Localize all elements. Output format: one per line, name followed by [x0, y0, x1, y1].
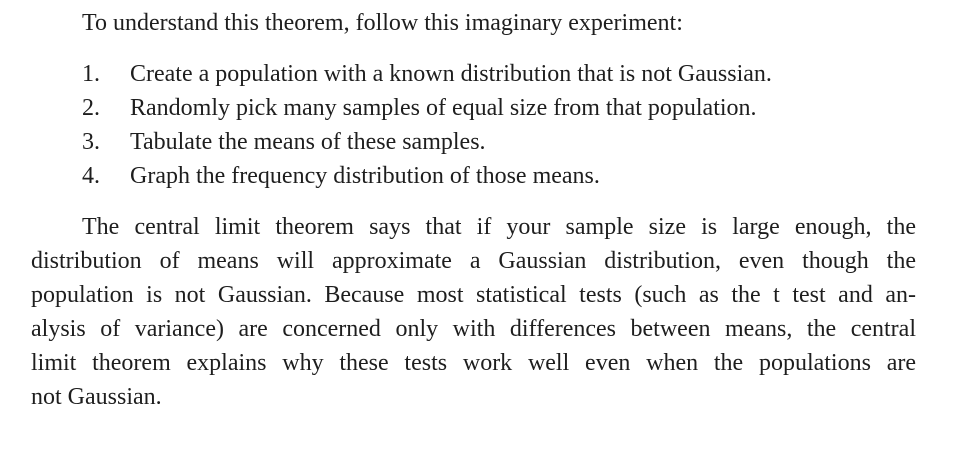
paragraph-line: distribution of means will approximate a…	[31, 248, 916, 274]
paragraph-line: population is not Gaussian. Because most…	[31, 282, 916, 308]
central-limit-theorem-paragraph: The central limit theorem says that if y…	[31, 210, 916, 414]
document-page: To understand this theorem, follow this …	[0, 0, 961, 453]
step-number: 2.	[82, 95, 100, 121]
step-text: Graph the frequency distribution of thos…	[130, 163, 600, 189]
list-item: 2. Randomly pick many samples of equal s…	[82, 91, 772, 125]
step-text: Randomly pick many samples of equal size…	[130, 95, 757, 121]
step-number: 1.	[82, 61, 100, 87]
step-number: 4.	[82, 163, 100, 189]
list-item: 4. Graph the frequency distribution of t…	[82, 159, 772, 193]
paragraph-line: The central limit theorem says that if y…	[82, 214, 916, 240]
step-text: Create a population with a known distrib…	[130, 61, 772, 87]
experiment-steps-list: 1. Create a population with a known dist…	[82, 57, 772, 193]
list-item: 1. Create a population with a known dist…	[82, 57, 772, 91]
intro-sentence: To understand this theorem, follow this …	[82, 10, 683, 36]
step-number: 3.	[82, 129, 100, 155]
paragraph-line: alysis of variance) are concerned only w…	[31, 316, 916, 342]
list-item: 3. Tabulate the means of these samples.	[82, 125, 772, 159]
paragraph-line: limit theorem explains why these tests w…	[31, 350, 916, 376]
paragraph-line: not Gaussian.	[31, 384, 162, 410]
step-text: Tabulate the means of these samples.	[130, 129, 486, 155]
